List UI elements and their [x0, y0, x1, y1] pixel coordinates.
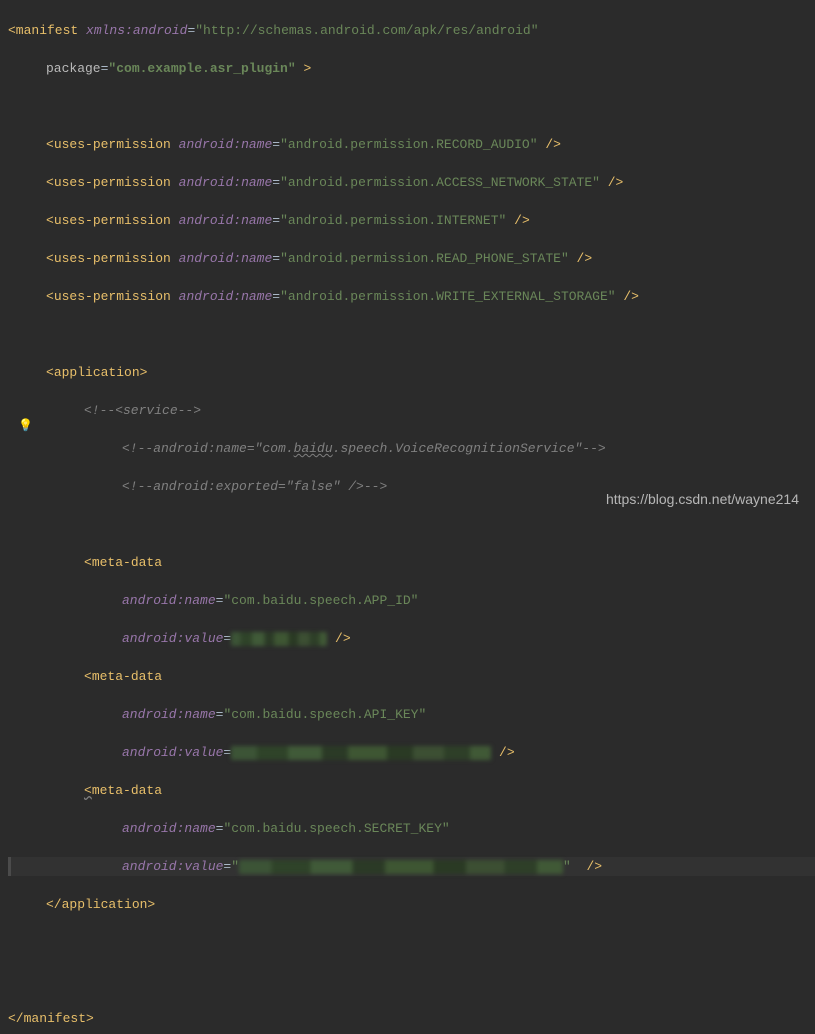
tag-meta-data-2: <meta-data [84, 669, 162, 684]
val-meta-name-0: "com.baidu.speech.APP_ID" [223, 593, 418, 608]
redacted-value-3 [239, 860, 563, 874]
val-perm-2: "android.permission.INTERNET" [280, 213, 506, 228]
comment-line-3: <!--android:exported="false" />--> [122, 479, 387, 494]
val-perm-0: "android.permission.RECORD_AUDIO" [280, 137, 537, 152]
val-package: "com.example.asr_plugin" [108, 61, 295, 76]
code-editor[interactable]: <manifest xmlns:android="http://schemas.… [0, 0, 815, 1034]
tag-application-close: </application> [46, 897, 155, 912]
tag-meta-data-3: < [84, 783, 92, 798]
tag-manifest-open: <manifest [8, 23, 86, 38]
redacted-value-2 [231, 746, 491, 760]
redacted-value-1 [231, 632, 327, 646]
attr-xmlns: xmlns:android [86, 23, 187, 38]
val-xmlns: "http://schemas.android.com/apk/res/andr… [195, 23, 538, 38]
attr-package: package [46, 61, 101, 76]
tag-uses-permission: uses-permission [54, 137, 171, 152]
val-perm-4: "android.permission.WRITE_EXTERNAL_STORA… [280, 289, 615, 304]
val-perm-1: "android.permission.ACCESS_NETWORK_STATE… [280, 175, 600, 190]
tag-meta-data-1: <meta-data [84, 555, 162, 570]
comment-line-2: <!--android:name="com.baidu.speech.Voice… [122, 441, 606, 456]
tag-application-open: <application> [46, 365, 147, 380]
comment-line-1: <!--<service--> [84, 403, 201, 418]
tag-manifest-close: </manifest> [8, 1011, 94, 1026]
val-meta-name-2: "com.baidu.speech.SECRET_KEY" [223, 821, 449, 836]
val-meta-name-1: "com.baidu.speech.API_KEY" [223, 707, 426, 722]
val-perm-3: "android.permission.READ_PHONE_STATE" [280, 251, 569, 266]
watermark-text: https://blog.csdn.net/wayne214 [606, 490, 799, 509]
